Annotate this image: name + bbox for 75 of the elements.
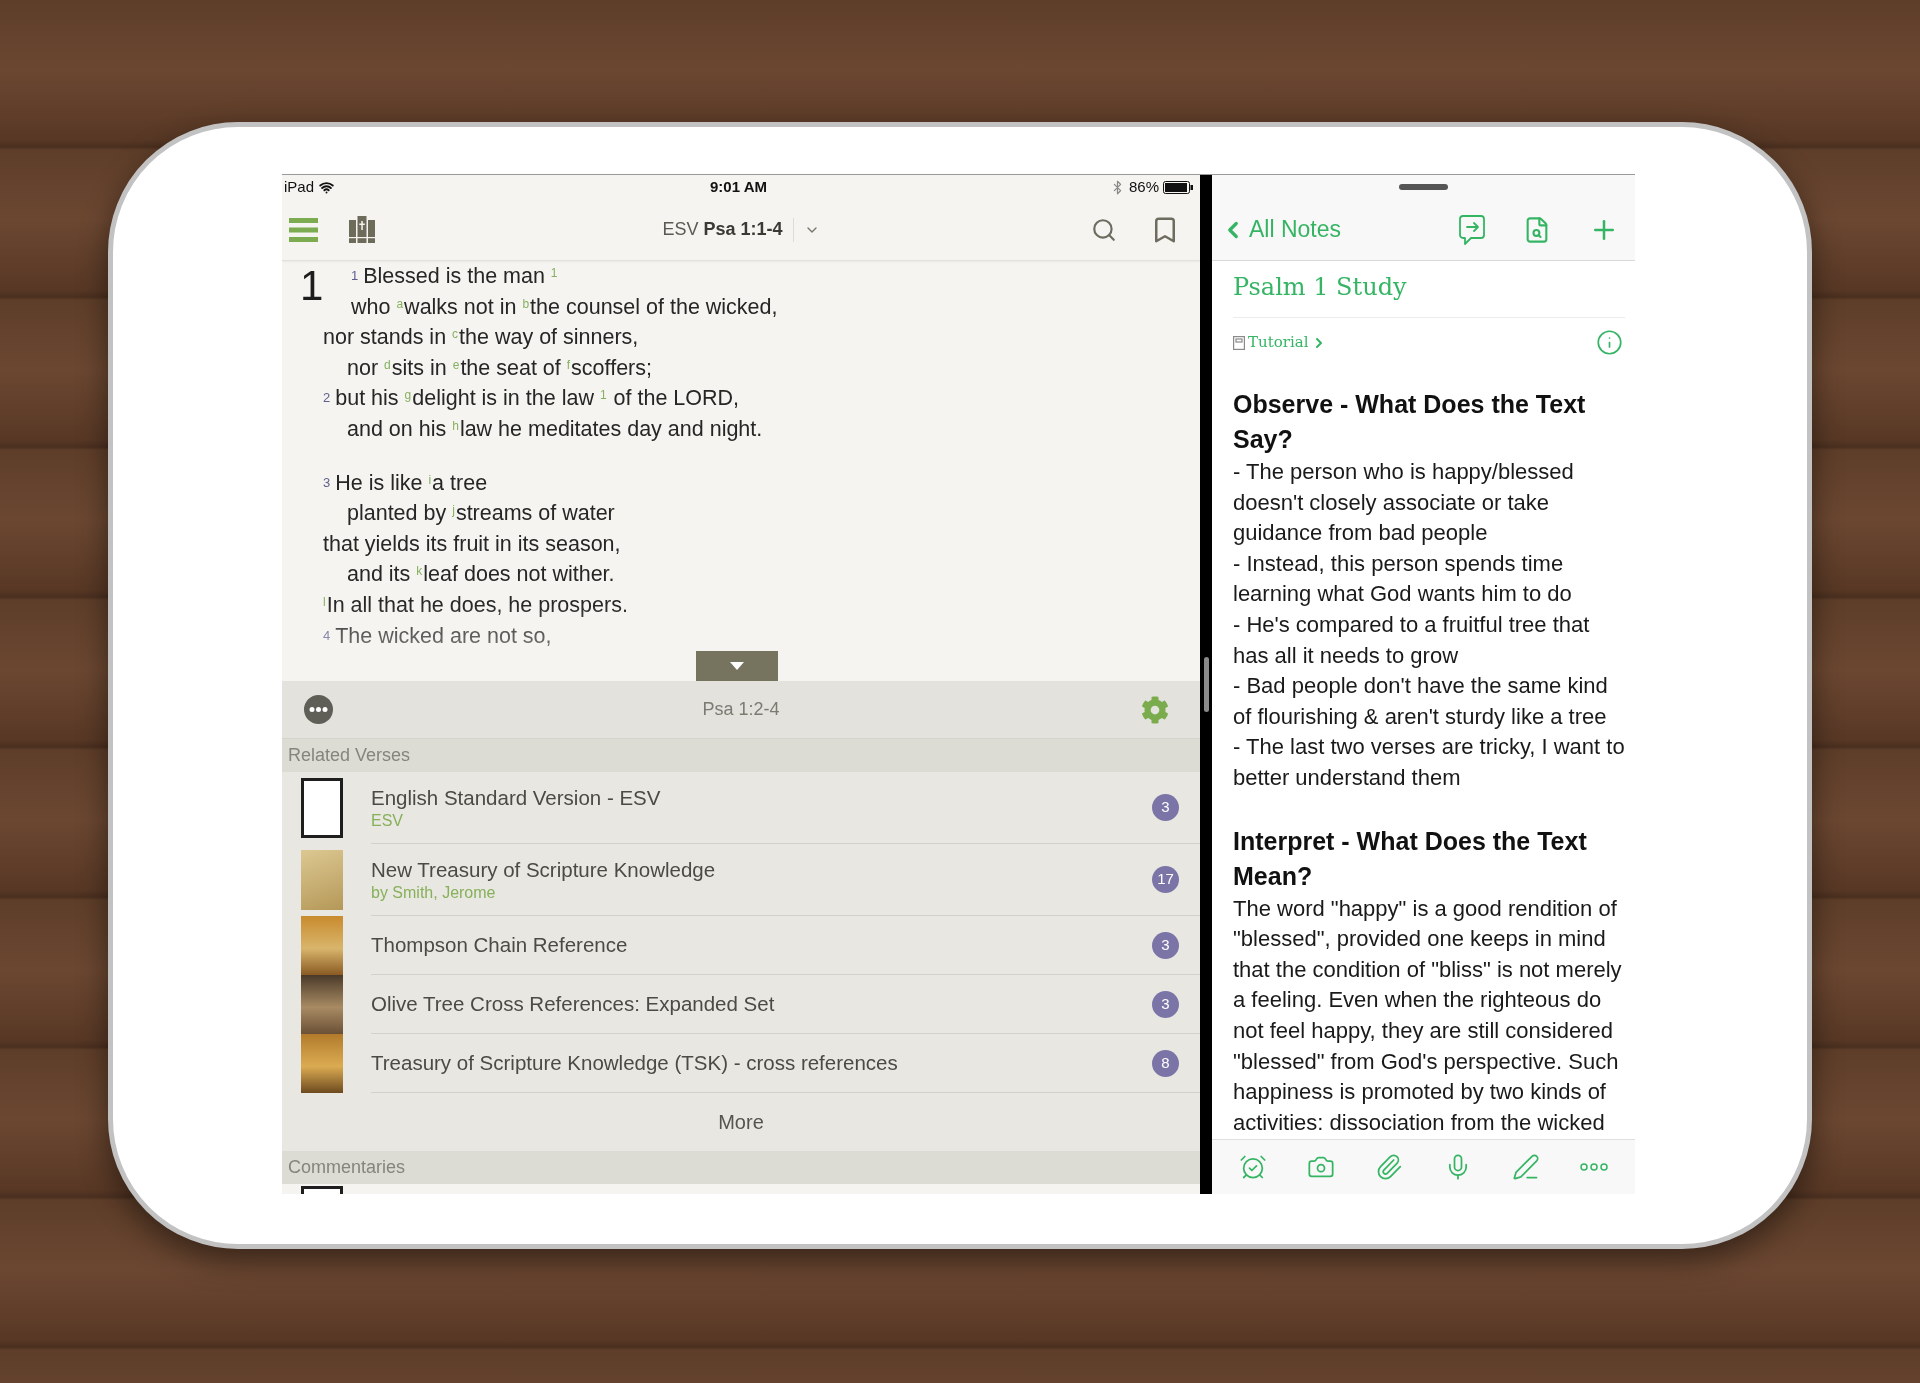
more-options-icon[interactable] — [304, 695, 333, 724]
resource-row[interactable]: Treasury of Scripture Knowledge (TSK) - cross references 8 — [282, 1034, 1200, 1093]
collapse-button[interactable] — [696, 651, 778, 681]
verse-text: nor stands in $^{c}$the way of sinners, — [323, 325, 639, 350]
cover-placeholder — [301, 778, 343, 838]
resource-title: New Treasury of Scripture Knowledge — [371, 856, 717, 883]
reminder-icon[interactable] — [1239, 1153, 1267, 1181]
more-icon[interactable] — [1579, 1163, 1608, 1171]
settings-icon[interactable] — [1141, 695, 1169, 724]
device-name: iPad — [284, 176, 315, 197]
resource-row[interactable]: Olive Tree Cross References: Expanded Set 3 — [282, 975, 1200, 1034]
verse-number: 1 — [351, 268, 359, 283]
count-badge: 17 — [1152, 866, 1179, 893]
verse-text: nor $^{d}$sits in $^{e}$the seat of $^{f}$scoffers; — [347, 355, 652, 380]
resource-title: English Standard Version - ESV — [371, 784, 662, 811]
grab-handle[interactable] — [1399, 184, 1448, 190]
split-handle[interactable] — [1203, 657, 1209, 712]
paperclip-icon[interactable] — [1375, 1153, 1404, 1181]
verse-number: 2 — [323, 390, 331, 406]
verse-text: and on his $^{h}$law he meditates day and night. — [347, 416, 763, 441]
battery-icon — [1163, 180, 1193, 194]
resource-subtitle: ESV — [371, 810, 404, 831]
resource-title: Olive Tree Cross References: Expanded Set — [371, 991, 776, 1017]
verse-text: who $^{a}$walks not in $^{b}$the counsel of the wicked, — [351, 294, 778, 319]
caret-down-icon — [730, 662, 744, 670]
note-paragraph: - Instead, this person spends time learning what God wants him to do — [1233, 549, 1573, 609]
section-header: Related Verses — [282, 739, 1200, 772]
resource-title: Treasury of Scripture Knowledge (TSK) - cross references — [371, 1050, 899, 1076]
cover-placeholder — [301, 850, 343, 910]
verse-text: and its $^{k}$leaf does not wither. — [347, 562, 615, 587]
count-badge: 8 — [1152, 1049, 1179, 1077]
reference-picker[interactable]: ESV Psa 1:1-4 — [662, 216, 783, 243]
section-header: Commentaries — [282, 1151, 1200, 1184]
verse-text: $^{l}$In all that he does, he prospers. — [323, 592, 628, 617]
status-time: 9:01 AM — [710, 176, 767, 197]
note-paragraph: - Bad people don't have the same kind of flourishing & aren't sturdy like a tree — [1233, 672, 1609, 731]
search-icon[interactable] — [1091, 216, 1117, 243]
note-title: Psalm 1 Study — [1233, 272, 1408, 303]
count-badge: 3 — [1152, 990, 1179, 1018]
verse-text: planted by $^{j}$streams of water — [347, 501, 615, 526]
note-paragraph: The word "happy" is a good rendition of "blessed", provided one keeps in mind that the condition of "bliss" is not merely a feeling. Even when the righteous do not feel happy, they are still considered "blessed" from God's perspective. Such happiness is promoted by two kinds of activities: dissociation from the wicked — [1233, 894, 1623, 1137]
cover-placeholder — [301, 975, 343, 1034]
count-badge: 3 — [1152, 794, 1179, 821]
panel-title: Psa 1:2-4 — [702, 698, 780, 721]
resource-row[interactable]: English Standard Version - ESV ESV 3 — [282, 772, 1200, 844]
verse-text: that yields its fruit in its season, — [323, 531, 621, 556]
note-paragraph: - The person who is happy/blessed doesn't closely associate or take guidance from bad people — [1233, 458, 1575, 548]
verse-text: He is like $^{i}$a tree — [335, 470, 488, 495]
resource-row[interactable]: Thompson Chain Reference 3 — [282, 916, 1200, 975]
count-badge: 3 — [1152, 931, 1179, 959]
menu-icon[interactable] — [289, 217, 318, 242]
verse-text: Blessed is the man $^{1}$ — [363, 264, 559, 288]
note-paragraph: - The last two verses are tricky, I want to better understand them — [1233, 733, 1625, 792]
resource-row[interactable]: New Treasury of Scripture Knowledge by Smith, Jerome 17 — [282, 844, 1200, 916]
verse-text: but his $^{g}$delight is in the law $^{1}$ of the LORD, — [335, 386, 740, 411]
info-icon[interactable] — [1596, 329, 1623, 356]
resource-title: Thompson Chain Reference — [371, 932, 629, 958]
note-heading: Observe - What Does the Text Say? — [1233, 389, 1587, 455]
verse-number: 4 — [323, 627, 331, 643]
library-icon[interactable] — [349, 216, 375, 243]
notebook-icon — [1233, 335, 1245, 350]
note-paragraph: - He's compared to a fruitful tree that has all it needs to grow — [1233, 610, 1591, 670]
share-note-icon[interactable] — [1459, 214, 1485, 245]
cover-placeholder — [301, 1034, 343, 1093]
battery-percent: 86% — [1128, 176, 1159, 197]
wifi-icon — [319, 179, 335, 195]
verse-number: 3 — [323, 474, 331, 490]
note-heading: Interpret - What Does the Text Mean? — [1233, 825, 1588, 892]
verse-text: The wicked are not so, — [335, 623, 552, 648]
chapter-number: 1 — [300, 262, 324, 309]
pen-icon[interactable] — [1511, 1153, 1540, 1181]
cover-placeholder — [301, 916, 343, 975]
more-button[interactable]: More — [282, 1093, 1200, 1151]
cover-placeholder — [301, 1186, 343, 1194]
resource-subtitle: by Smith, Jerome — [371, 882, 497, 903]
